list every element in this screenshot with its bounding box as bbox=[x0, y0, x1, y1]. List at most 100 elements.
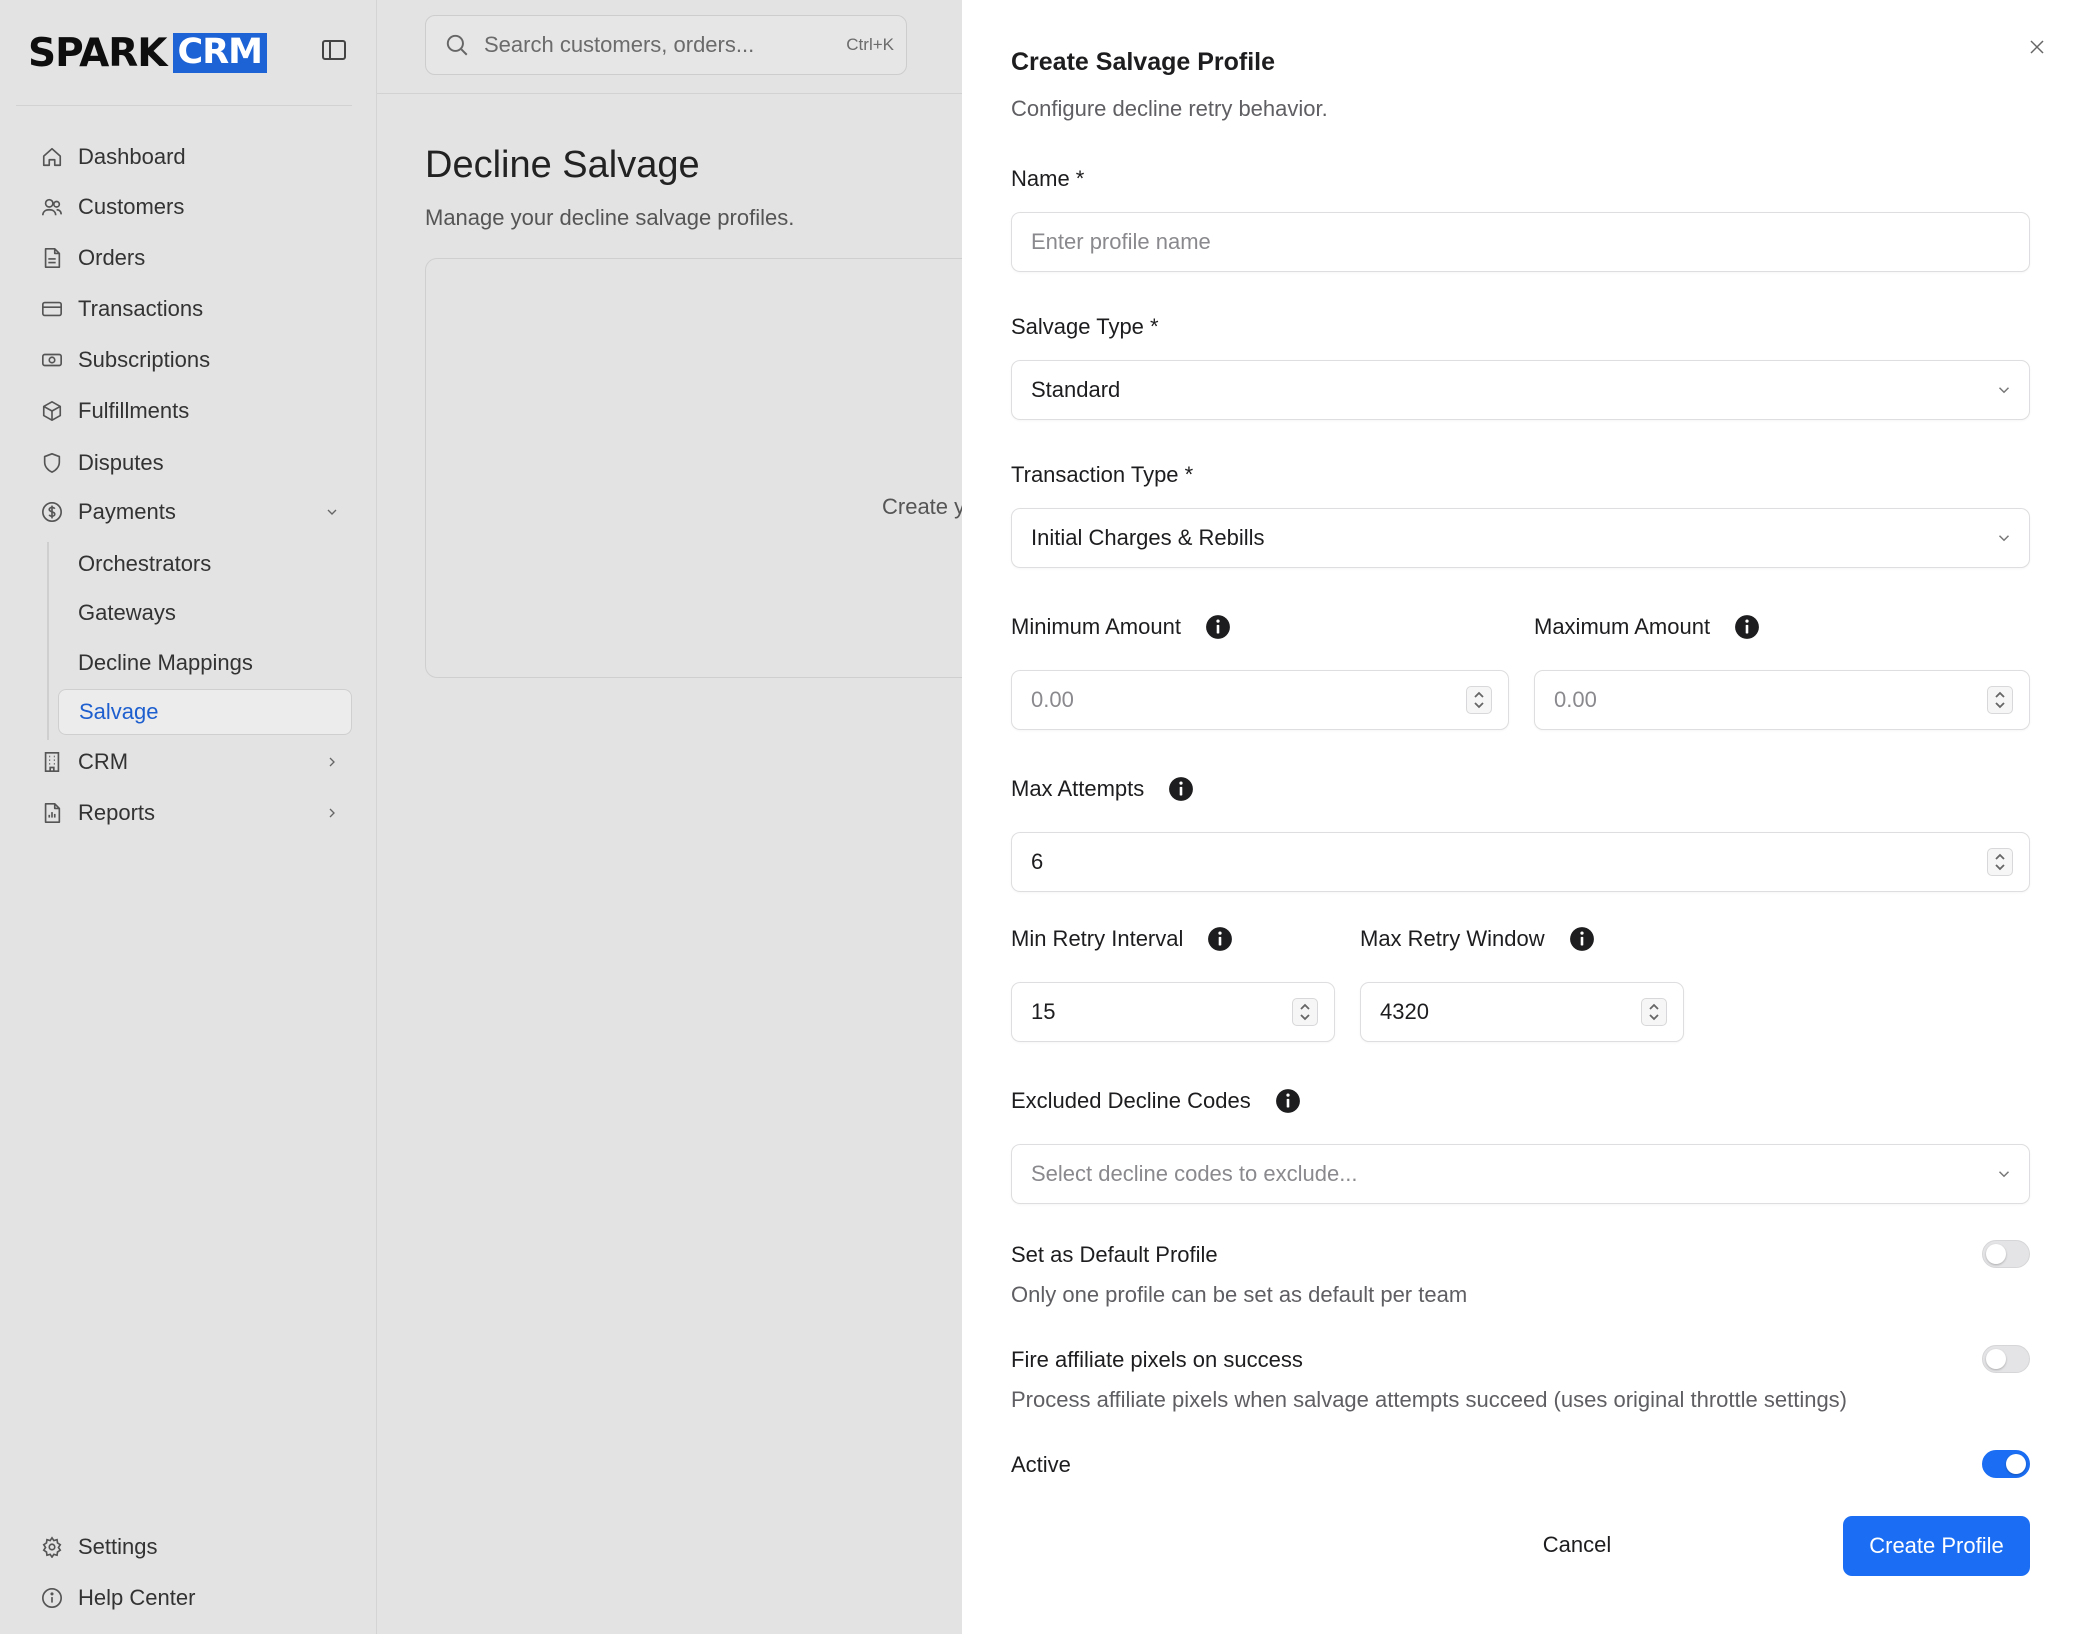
toggle-knob bbox=[1986, 1349, 2006, 1369]
default-profile-label: Set as Default Profile bbox=[1011, 1242, 1218, 1267]
close-icon bbox=[2030, 40, 2044, 54]
sidebar: SPARK CRM Dashboard Customers Orders Tra… bbox=[0, 0, 377, 1634]
sidebar-item-label: CRM bbox=[78, 749, 129, 774]
main-content: Ctrl+K Decline Salvage Manage your decli… bbox=[377, 0, 1005, 1634]
active-label: Active bbox=[1011, 1452, 1071, 1477]
sidebar-divider bbox=[16, 105, 352, 106]
info-icon[interactable] bbox=[1207, 926, 1233, 952]
sidebar-item-help-center[interactable]: Help Center bbox=[22, 1575, 352, 1621]
affiliate-pixels-desc: Process affiliate pixels when salvage at… bbox=[1011, 1387, 1848, 1412]
brand-logo[interactable]: SPARK CRM bbox=[28, 30, 267, 76]
info-icon[interactable] bbox=[1275, 1088, 1301, 1114]
min-retry-input[interactable] bbox=[1031, 999, 1292, 1025]
sidebar-item-label: Transactions bbox=[78, 296, 204, 321]
stepper-icon[interactable] bbox=[1987, 848, 2013, 876]
empty-state-card bbox=[425, 258, 1005, 678]
default-profile-desc: Only one profile can be set as default p… bbox=[1011, 1282, 1468, 1307]
sidebar-item-fulfillments[interactable]: Fulfillments bbox=[22, 388, 352, 434]
min-retry-field[interactable] bbox=[1011, 982, 1335, 1042]
stepper-icon[interactable] bbox=[1987, 686, 2013, 714]
users-icon bbox=[26, 196, 78, 218]
sidebar-toggle-button[interactable] bbox=[318, 36, 350, 64]
sidebar-item-dashboard[interactable]: Dashboard bbox=[22, 134, 352, 180]
chevron-down-icon bbox=[312, 504, 352, 520]
info-icon[interactable] bbox=[1205, 614, 1231, 640]
close-button[interactable] bbox=[2020, 30, 2054, 64]
min-amount-label: Minimum Amount bbox=[1011, 614, 1231, 640]
sidebar-item-label: Customers bbox=[78, 194, 185, 219]
sidebar-item-salvage[interactable]: Salvage bbox=[58, 689, 352, 735]
sidebar-item-subscriptions[interactable]: Subscriptions bbox=[22, 337, 352, 383]
home-icon bbox=[26, 146, 78, 168]
min-amount-input[interactable] bbox=[1031, 687, 1466, 713]
info-icon[interactable] bbox=[1734, 614, 1760, 640]
chevron-right-icon bbox=[312, 754, 352, 770]
max-amount-field[interactable] bbox=[1534, 670, 2030, 730]
min-retry-label: Min Retry Interval bbox=[1011, 926, 1233, 952]
sidebar-item-gateways[interactable]: Gateways bbox=[58, 590, 352, 636]
info-icon[interactable] bbox=[1569, 926, 1595, 952]
info-circle-icon bbox=[26, 1587, 78, 1609]
sidebar-item-payments[interactable]: Payments bbox=[22, 489, 352, 535]
sidebar-item-orchestrators[interactable]: Orchestrators bbox=[58, 541, 352, 587]
stepper-icon[interactable] bbox=[1466, 686, 1492, 714]
sidebar-item-customers[interactable]: Customers bbox=[22, 184, 352, 230]
max-attempts-input[interactable] bbox=[1031, 849, 1987, 875]
name-field[interactable] bbox=[1011, 212, 2030, 272]
transaction-type-select[interactable]: Initial Charges & Rebills bbox=[1011, 508, 2030, 568]
sidebar-item-label: Settings bbox=[78, 1534, 158, 1559]
chevron-down-icon bbox=[1998, 387, 2010, 394]
sidebar-item-label: Payments bbox=[78, 499, 176, 524]
sidebar-item-label: Help Center bbox=[78, 1585, 196, 1610]
max-attempts-label: Max Attempts bbox=[1011, 776, 1194, 802]
name-label: Name * bbox=[1011, 166, 1085, 191]
stepper-icon[interactable] bbox=[1292, 998, 1318, 1026]
page-title: Decline Salvage bbox=[425, 144, 700, 186]
page-subtitle: Manage your decline salvage profiles. bbox=[425, 205, 795, 230]
submenu-guide bbox=[47, 542, 49, 740]
excluded-codes-select[interactable]: Select decline codes to exclude... bbox=[1011, 1144, 2030, 1204]
building-icon bbox=[26, 751, 78, 773]
max-attempts-field[interactable] bbox=[1011, 832, 2030, 892]
sidebar-item-orders[interactable]: Orders bbox=[22, 235, 352, 281]
create-profile-button[interactable]: Create Profile bbox=[1843, 1516, 2030, 1576]
name-input[interactable] bbox=[1031, 229, 2013, 255]
salvage-type-select[interactable]: Standard bbox=[1011, 360, 2030, 420]
affiliate-pixels-toggle[interactable] bbox=[1982, 1345, 2030, 1373]
sidebar-item-label: Dashboard bbox=[78, 144, 186, 169]
search-input[interactable] bbox=[484, 32, 847, 58]
brand-badge: CRM bbox=[172, 33, 267, 73]
sidebar-item-label: Fulfillments bbox=[78, 398, 190, 423]
sidebar-item-decline-mappings[interactable]: Decline Mappings bbox=[58, 640, 352, 686]
default-profile-toggle[interactable] bbox=[1982, 1240, 2030, 1268]
sidebar-item-reports[interactable]: Reports bbox=[22, 790, 352, 836]
max-amount-input[interactable] bbox=[1554, 687, 1987, 713]
sidebar-item-disputes[interactable]: Disputes bbox=[22, 440, 352, 486]
excluded-codes-label: Excluded Decline Codes bbox=[1011, 1088, 1301, 1114]
info-icon[interactable] bbox=[1168, 776, 1194, 802]
max-window-input[interactable] bbox=[1380, 999, 1641, 1025]
sidebar-item-transactions[interactable]: Transactions bbox=[22, 286, 352, 332]
sidebar-item-settings[interactable]: Settings bbox=[22, 1524, 352, 1570]
empty-state-text: Create y bbox=[882, 494, 966, 519]
cancel-button[interactable]: Cancel bbox=[1512, 1516, 1642, 1574]
search-icon bbox=[444, 32, 474, 58]
excluded-codes-placeholder: Select decline codes to exclude... bbox=[1031, 1161, 1358, 1186]
global-search[interactable]: Ctrl+K bbox=[425, 15, 907, 75]
max-window-label-text: Max Retry Window bbox=[1360, 926, 1545, 951]
sidebar-item-label: Subscriptions bbox=[78, 347, 211, 372]
toggle-knob bbox=[2006, 1454, 2026, 1474]
brand-word: SPARK bbox=[28, 30, 168, 76]
sidebar-item-crm[interactable]: CRM bbox=[22, 739, 352, 785]
file-icon bbox=[26, 247, 78, 269]
max-attempts-label-text: Max Attempts bbox=[1011, 776, 1145, 801]
max-amount-label-text: Maximum Amount bbox=[1534, 614, 1711, 639]
min-amount-field[interactable] bbox=[1011, 670, 1509, 730]
max-window-label: Max Retry Window bbox=[1360, 926, 1595, 952]
sidebar-item-label: Disputes bbox=[78, 450, 164, 475]
stepper-icon[interactable] bbox=[1641, 998, 1667, 1026]
create-profile-drawer: Create Salvage Profile Configure decline… bbox=[962, 0, 2075, 1634]
max-window-field[interactable] bbox=[1360, 982, 1684, 1042]
active-toggle[interactable] bbox=[1982, 1450, 2030, 1478]
panel-left-icon bbox=[322, 40, 346, 60]
